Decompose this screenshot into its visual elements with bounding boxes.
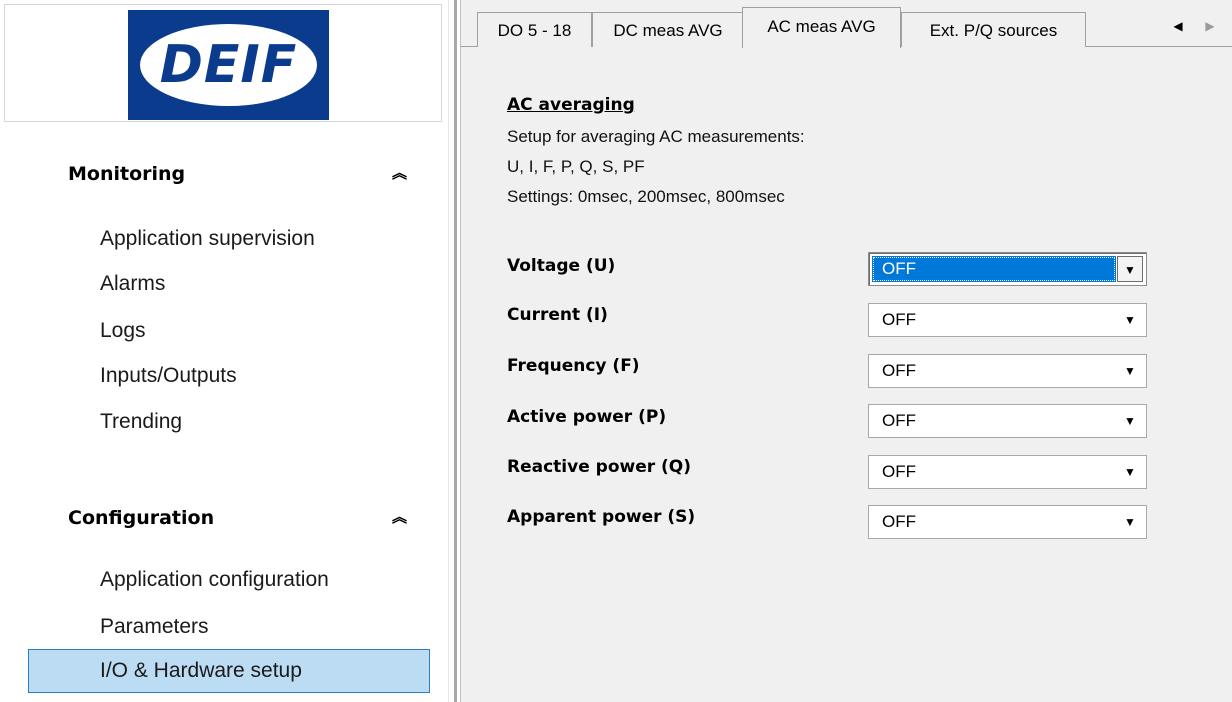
chevron-down-icon[interactable]: ▼ (1117, 307, 1143, 333)
frequency-select[interactable]: OFF ▼ (868, 354, 1147, 388)
chevron-down-icon[interactable]: ▼ (1117, 459, 1143, 485)
active-power-select-value: OFF (882, 411, 916, 430)
reactive-power-select[interactable]: OFF ▼ (868, 455, 1147, 489)
sidebar-item-inputs-outputs[interactable]: Inputs/Outputs (100, 364, 237, 388)
reactive-power-label: Reactive power (Q) (507, 457, 692, 477)
chevron-down-icon[interactable]: ▼ (1117, 509, 1143, 535)
tab-dc-meas-avg[interactable]: DC meas AVG (592, 12, 744, 47)
configuration-heading[interactable]: Configuration (68, 507, 214, 529)
sidebar: DEIF Monitoring ︽ Application supervisio… (0, 0, 448, 702)
sidebar-item-application-supervision[interactable]: Application supervision (100, 227, 315, 251)
tab-ext-pq-sources[interactable]: Ext. P/Q sources (901, 12, 1086, 47)
tab-scroll-left-icon[interactable]: ◀ (1163, 10, 1193, 42)
sidebar-item-trending[interactable]: Trending (100, 410, 182, 434)
sidebar-item-alarms[interactable]: Alarms (100, 272, 165, 296)
description-line-3: Settings: 0msec, 200msec, 800msec (507, 187, 785, 206)
tab-scroll-buttons: ◀ ▶ (1163, 10, 1227, 44)
voltage-select-value: OFF (872, 256, 1116, 282)
monitoring-collapse-icon[interactable]: ︽ (392, 162, 407, 183)
description-line-1: Setup for averaging AC measurements: (507, 127, 805, 146)
tab-ac-meas-avg[interactable]: AC meas AVG (742, 7, 901, 48)
logo-text: DEIF (159, 35, 298, 95)
voltage-select[interactable]: OFF ▼ (868, 252, 1147, 286)
sidebar-item-parameters[interactable]: Parameters (100, 615, 209, 639)
logo-panel: DEIF (4, 4, 442, 122)
apparent-power-select-value: OFF (882, 512, 916, 531)
active-power-select[interactable]: OFF ▼ (868, 404, 1147, 438)
current-select-value: OFF (882, 310, 916, 329)
description-line-2: U, I, F, P, Q, S, PF (507, 157, 645, 176)
chevron-down-icon[interactable]: ▼ (1117, 408, 1143, 434)
tab-do-5-18[interactable]: DO 5 - 18 (477, 12, 592, 47)
active-power-label: Active power (P) (507, 407, 667, 427)
chevron-down-icon[interactable]: ▼ (1117, 358, 1143, 384)
section-title: AC averaging (507, 95, 635, 115)
configuration-collapse-icon[interactable]: ︽ (392, 506, 407, 527)
monitoring-heading[interactable]: Monitoring (68, 163, 185, 185)
frequency-select-value: OFF (882, 361, 916, 380)
tab-strip: DO 5 - 18 DC meas AVG AC meas AVG Ext. P… (461, 0, 1232, 48)
reactive-power-select-value: OFF (882, 462, 916, 481)
deif-logo: DEIF (128, 10, 329, 120)
current-select[interactable]: OFF ▼ (868, 303, 1147, 337)
main-panel: DO 5 - 18 DC meas AVG AC meas AVG Ext. P… (461, 0, 1232, 702)
splitter-bar (454, 0, 457, 702)
sidebar-item-logs[interactable]: Logs (100, 319, 146, 343)
chevron-down-icon[interactable]: ▼ (1117, 256, 1143, 282)
frequency-label: Frequency (F) (507, 356, 640, 376)
sidebar-item-io-hardware-setup[interactable]: I/O & Hardware setup (28, 649, 430, 693)
sidebar-item-application-configuration[interactable]: Application configuration (100, 568, 329, 592)
voltage-label: Voltage (U) (507, 256, 616, 276)
apparent-power-label: Apparent power (S) (507, 507, 696, 527)
logo-oval: DEIF (140, 24, 317, 106)
apparent-power-select[interactable]: OFF ▼ (868, 505, 1147, 539)
current-label: Current (I) (507, 305, 608, 325)
tab-scroll-right-icon[interactable]: ▶ (1195, 10, 1225, 42)
